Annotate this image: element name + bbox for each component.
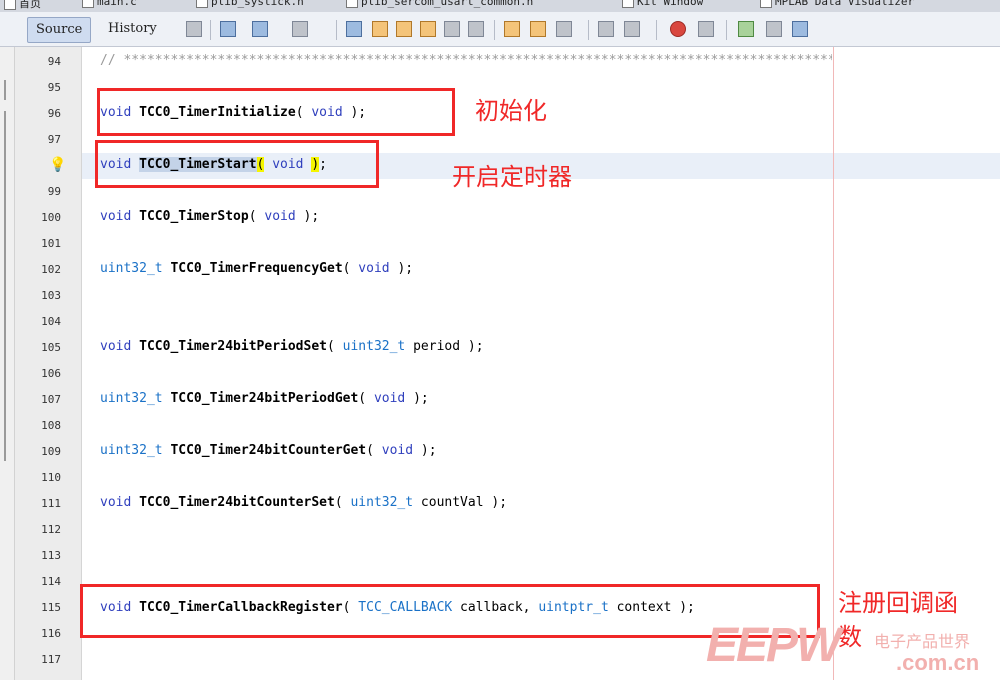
watermark-cn-text: 电子产品世界 bbox=[874, 632, 971, 651]
line-number: 110 bbox=[41, 471, 61, 484]
toolbar-separator bbox=[494, 20, 495, 40]
find-next-icon[interactable] bbox=[396, 21, 412, 37]
line-number: 114 bbox=[41, 575, 61, 588]
line-number: 95 bbox=[47, 81, 61, 94]
line-number: 97 bbox=[47, 133, 61, 146]
format-icon[interactable] bbox=[792, 21, 808, 37]
back-icon[interactable] bbox=[220, 21, 236, 37]
code-comment-line: // *************************************… bbox=[100, 53, 832, 68]
toolbar-separator bbox=[726, 20, 727, 40]
line-number: 107 bbox=[41, 393, 61, 406]
code-line: void TCC0_TimerStop( void ); bbox=[100, 209, 320, 224]
find-selection-icon[interactable] bbox=[420, 21, 436, 37]
left-edge-strip bbox=[0, 47, 15, 680]
code-line: void TCC0_Timer24bitCounterSet( uint32_t… bbox=[100, 495, 508, 510]
history-button[interactable]: History bbox=[100, 17, 165, 41]
line-number: 105 bbox=[41, 341, 61, 354]
forward-icon[interactable] bbox=[252, 21, 268, 37]
eepw-logo: EEPW bbox=[706, 619, 841, 672]
line-number-gutter: 94 95 96 97 💡 99 100 101 102 103 104 105… bbox=[15, 47, 82, 680]
previous-bookmark-icon[interactable] bbox=[504, 21, 520, 37]
file-icon bbox=[760, 0, 772, 8]
line-number: 112 bbox=[41, 523, 61, 536]
shift-left-icon[interactable] bbox=[598, 21, 614, 37]
change-marker bbox=[4, 111, 6, 461]
file-icon bbox=[4, 0, 16, 10]
lightbulb-icon[interactable]: 💡 bbox=[49, 157, 66, 173]
file-tab[interactable]: plib_sercom_usart_common.h bbox=[346, 0, 533, 11]
last-edit-icon[interactable] bbox=[186, 21, 202, 37]
source-button[interactable]: Source bbox=[27, 17, 92, 43]
uncomment-icon[interactable] bbox=[766, 21, 782, 37]
line-number: 115 bbox=[41, 601, 61, 614]
line-number: 104 bbox=[41, 315, 61, 328]
toggle-bookmark-icon[interactable] bbox=[556, 21, 572, 37]
start-macro-icon[interactable] bbox=[670, 21, 686, 37]
toolbar-separator bbox=[210, 20, 211, 40]
line-number: 100 bbox=[41, 211, 61, 224]
line-number: 113 bbox=[41, 549, 61, 562]
annotation-box-initialize bbox=[97, 88, 455, 136]
toolbar-separator bbox=[588, 20, 589, 40]
file-tab[interactable]: MPLAB Data Visualizer bbox=[760, 0, 914, 11]
watermark-domain: .com.cn bbox=[896, 650, 980, 675]
navigate-icon[interactable] bbox=[292, 21, 308, 37]
comment-icon[interactable] bbox=[738, 21, 754, 37]
toolbar-separator bbox=[656, 20, 657, 40]
line-number: 108 bbox=[41, 419, 61, 432]
line-number: 103 bbox=[41, 289, 61, 302]
change-marker bbox=[4, 80, 6, 100]
annotation-label-initialize: 初始化 bbox=[475, 97, 547, 125]
toggle-highlight-icon[interactable] bbox=[444, 21, 460, 37]
stop-macro-icon[interactable] bbox=[698, 21, 714, 37]
line-number: 116 bbox=[41, 627, 61, 640]
line-number: 99 bbox=[47, 185, 61, 198]
find-previous-icon[interactable] bbox=[372, 21, 388, 37]
line-number: 111 bbox=[41, 497, 61, 510]
line-number: 101 bbox=[41, 237, 61, 250]
code-line: uint32_t TCC0_Timer24bitCounterGet( void… bbox=[100, 443, 437, 458]
file-icon bbox=[196, 0, 208, 8]
annotation-box-timer-start bbox=[95, 140, 379, 188]
line-number: 117 bbox=[41, 653, 61, 666]
eepw-watermark: EEPW 电子产品世界 .com.cn bbox=[704, 612, 1000, 680]
find-icon[interactable] bbox=[346, 21, 362, 37]
toolbar-separator bbox=[336, 20, 337, 40]
line-number: 109 bbox=[41, 445, 61, 458]
line-number: 96 bbox=[47, 107, 61, 120]
code-line: uint32_t TCC0_TimerFrequencyGet( void ); bbox=[100, 261, 414, 276]
right-margin-line bbox=[833, 47, 834, 680]
code-line: void TCC0_Timer24bitPeriodSet( uint32_t … bbox=[100, 339, 484, 354]
file-tab[interactable]: main.c bbox=[82, 0, 137, 11]
file-tab[interactable]: plib_systick.h bbox=[196, 0, 304, 11]
file-icon bbox=[346, 0, 358, 8]
editor-toolbar: Source History bbox=[0, 12, 1000, 47]
file-tab[interactable]: Kit Window bbox=[622, 0, 703, 11]
file-icon bbox=[622, 0, 634, 8]
line-number: 102 bbox=[41, 263, 61, 276]
line-number: 94 bbox=[47, 55, 61, 68]
next-bookmark-icon[interactable] bbox=[530, 21, 546, 37]
annotation-label-start-timer: 开启定时器 bbox=[452, 163, 572, 191]
line-number: 106 bbox=[41, 367, 61, 380]
file-icon bbox=[82, 0, 94, 8]
code-line: uint32_t TCC0_Timer24bitPeriodGet( void … bbox=[100, 391, 429, 406]
toggle-rect-selection-icon[interactable] bbox=[468, 21, 484, 37]
file-tab[interactable]: 首页 bbox=[4, 0, 41, 11]
shift-right-icon[interactable] bbox=[624, 21, 640, 37]
